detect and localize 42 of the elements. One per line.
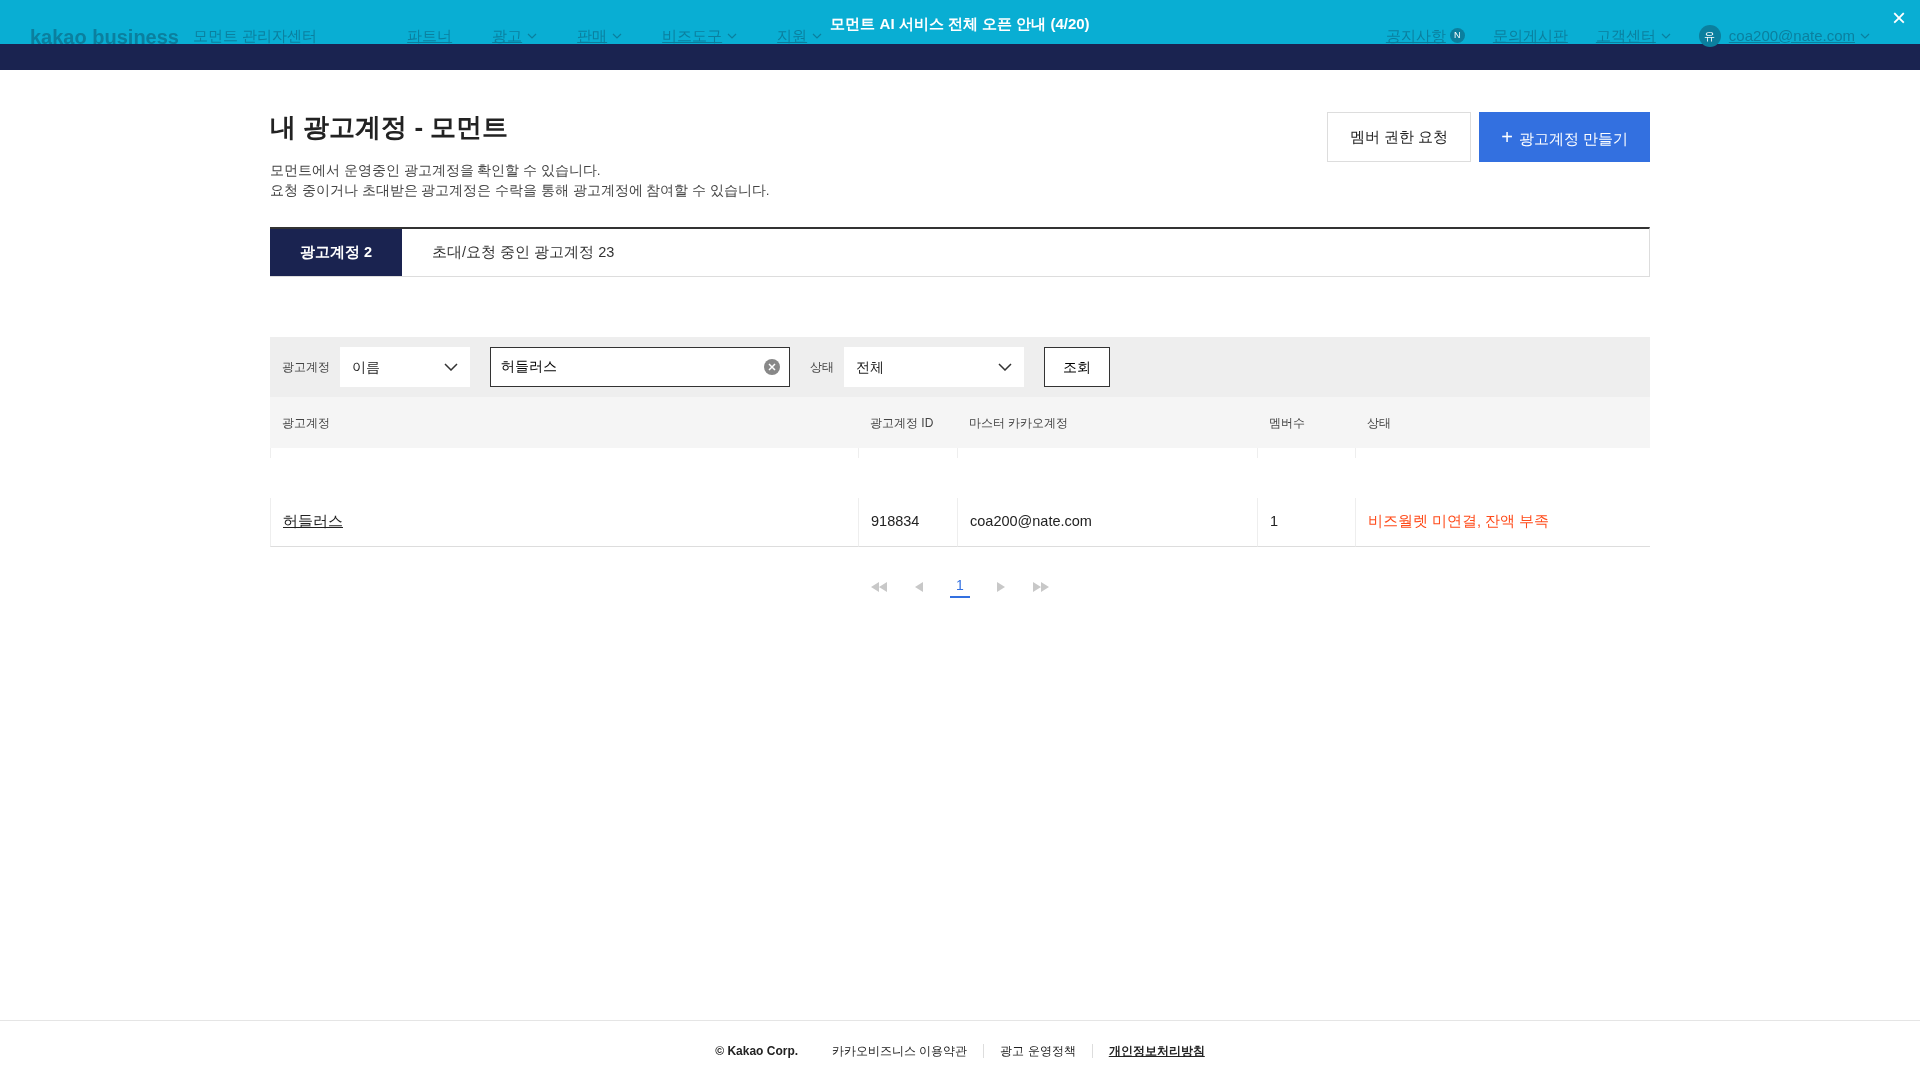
tab[interactable]: 광고계정 2 bbox=[270, 229, 403, 277]
status-cell: 비즈월렛 미연결, 잔액 부족 bbox=[1355, 498, 1650, 548]
last-page-icon[interactable] bbox=[1031, 580, 1050, 593]
column-header: 마스터 카카오계정 bbox=[957, 397, 1257, 449]
select-field[interactable]: 전체 bbox=[844, 347, 1024, 388]
avatar: 유 bbox=[1698, 25, 1721, 47]
page-title: 내 광고계정 - 모먼트 bbox=[270, 112, 510, 144]
close-button[interactable]: × bbox=[1892, 6, 1906, 30]
footer-link[interactable]: 개인정보처리방침 bbox=[1108, 1041, 1205, 1060]
filter-label: 광고계정 bbox=[282, 359, 330, 377]
footer-link[interactable]: 광고 운영정책 bbox=[1000, 1041, 1076, 1060]
search-button[interactable]: 조회 bbox=[1044, 347, 1110, 388]
table-cell: 1 bbox=[1257, 498, 1355, 548]
page-number[interactable]: 1 bbox=[950, 575, 970, 599]
request-button[interactable]: 멤버 권한 요청 bbox=[1326, 112, 1472, 162]
column-header: 광고계정 ID bbox=[858, 397, 957, 449]
column-header: 상태 bbox=[1355, 397, 1650, 449]
caret-icon bbox=[812, 32, 823, 39]
caret-icon bbox=[612, 32, 623, 39]
table-cell: 918834 bbox=[858, 498, 957, 548]
column-header: 광고계정 bbox=[270, 397, 858, 449]
chevron-down-icon bbox=[998, 363, 1012, 372]
column-header: 멤버수 bbox=[1257, 397, 1355, 449]
caret-icon bbox=[1660, 32, 1671, 39]
notice-badge: N bbox=[1449, 28, 1465, 44]
first-page-icon[interactable] bbox=[870, 580, 889, 593]
clear-icon[interactable] bbox=[764, 359, 780, 376]
copyright-text: © Kakao Corp. bbox=[715, 1042, 799, 1060]
caret-icon bbox=[1860, 32, 1870, 39]
caret-icon bbox=[527, 32, 538, 39]
search-field[interactable]: 허들러스 bbox=[490, 347, 790, 388]
footer-link[interactable]: 카카오비즈니스 이용약관 bbox=[832, 1041, 968, 1060]
description-text: 요청 중이거나 초대받은 광고계정은 수락을 통해 광고계정에 참여할 수 있습니다. bbox=[270, 182, 770, 201]
account-link[interactable]: 허들러스 bbox=[283, 511, 343, 534]
filter-label: 상태 bbox=[810, 359, 834, 377]
caret-icon bbox=[727, 32, 738, 39]
chevron-down-icon bbox=[444, 363, 458, 372]
table-cell: coa200@nate.com bbox=[957, 498, 1257, 548]
banner-text: 모먼트 AI 서비스 전체 오픈 안내 (4/20) bbox=[830, 14, 1090, 34]
create-account-button[interactable]: + 광고계정 만들기 bbox=[1479, 112, 1650, 162]
description-text: 모먼트에서 운영중인 광고계정을 확인할 수 있습니다. bbox=[270, 162, 602, 181]
select-field[interactable]: 이름 bbox=[340, 347, 470, 388]
